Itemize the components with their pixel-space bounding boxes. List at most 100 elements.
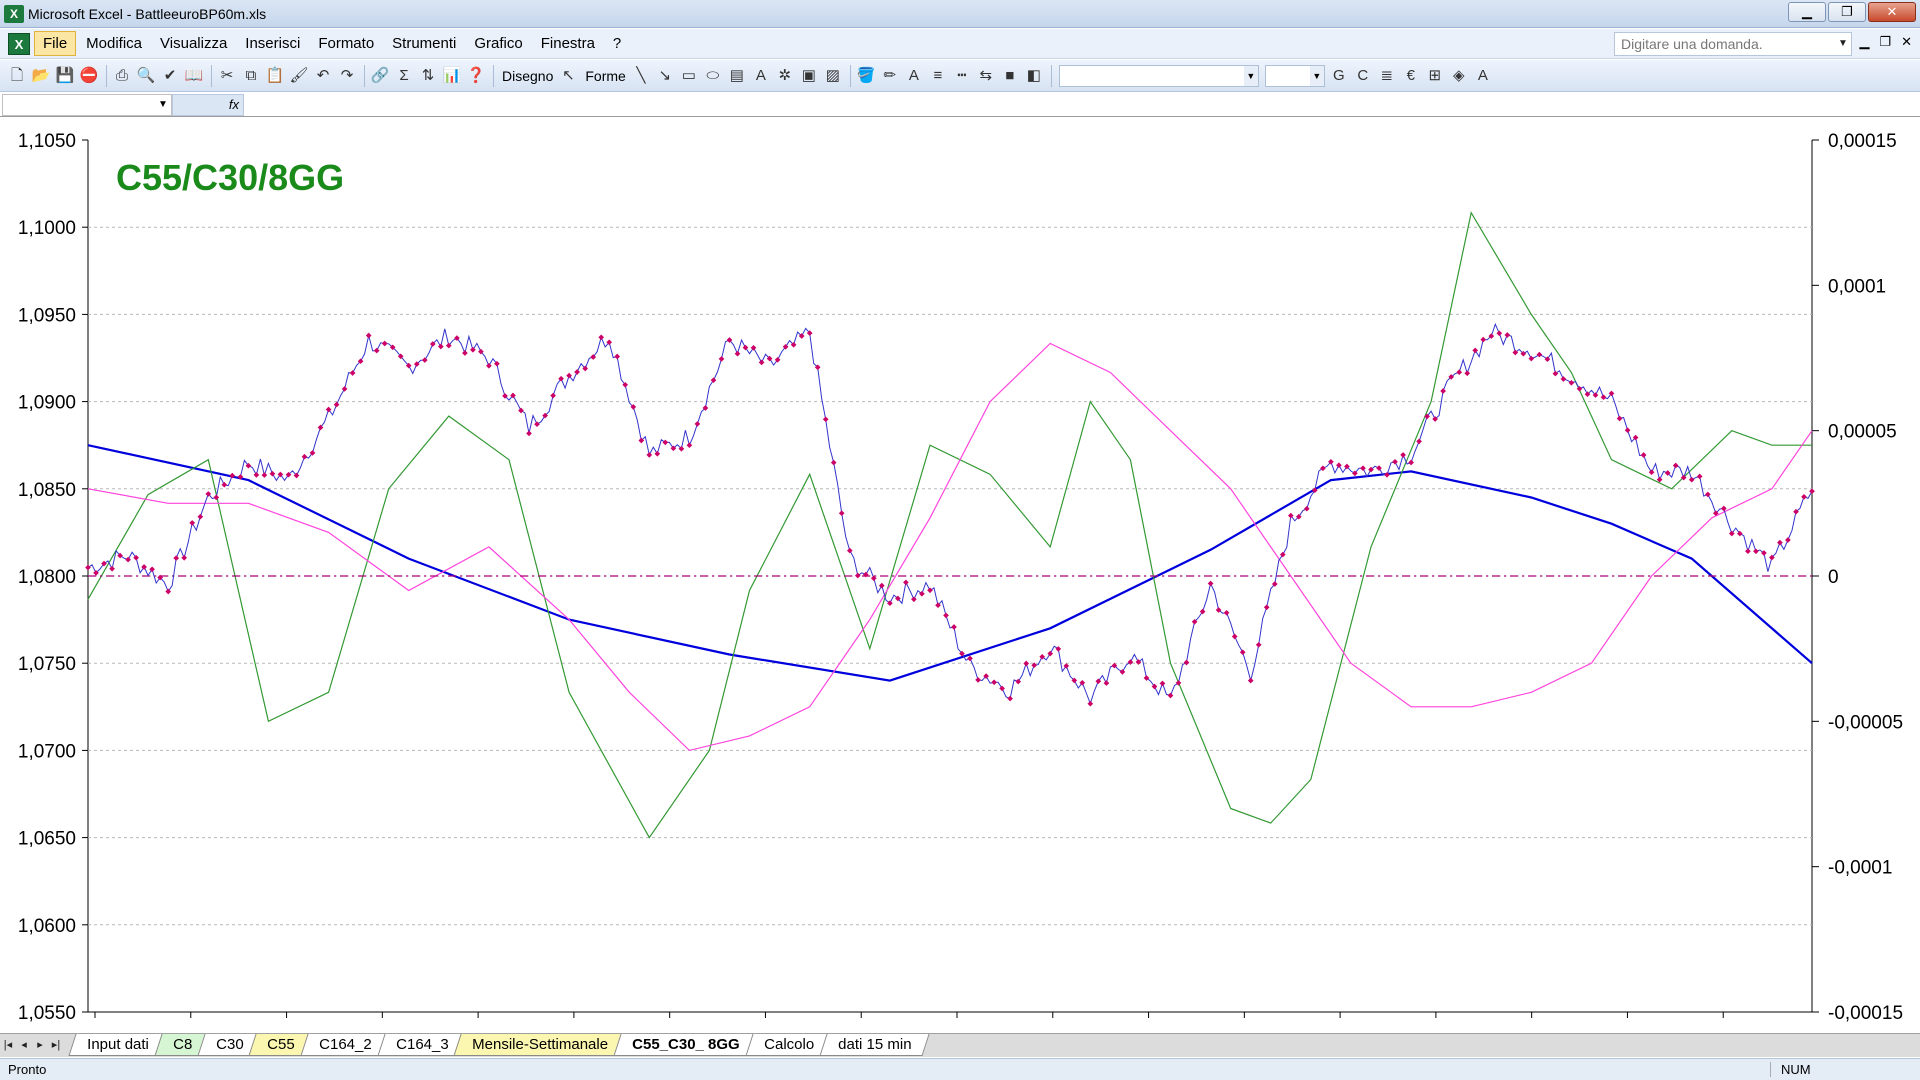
menu-strumenti[interactable]: Strumenti xyxy=(384,32,464,55)
menu-grafico[interactable]: Grafico xyxy=(466,32,530,55)
arrow-style-icon[interactable]: ⇆ xyxy=(975,65,997,87)
prev-sheet-icon[interactable]: ◂ xyxy=(16,1034,32,1056)
rectangle-icon[interactable]: ▭ xyxy=(678,65,700,87)
chevron-down-icon[interactable]: ▼ xyxy=(155,95,171,115)
tab-calcolo[interactable]: Calcolo xyxy=(744,1034,833,1056)
fill-color-icon[interactable]: 🪣 xyxy=(855,65,877,87)
dash-style-icon[interactable]: ┅ xyxy=(951,65,973,87)
permission-icon[interactable]: ⛔ xyxy=(78,65,100,87)
font-size-combo[interactable]: ▼ xyxy=(1264,64,1325,87)
price-point xyxy=(277,471,284,478)
price-point xyxy=(1159,680,1166,687)
price-point xyxy=(421,357,428,363)
italic-button[interactable]: C xyxy=(1352,65,1374,87)
copy-icon[interactable]: ⧉ xyxy=(240,65,262,87)
excel-app-icon: X xyxy=(4,4,24,23)
format-painter-icon[interactable]: 🖌 xyxy=(288,65,310,87)
first-sheet-icon[interactable]: |◂ xyxy=(0,1034,16,1056)
price-point xyxy=(1007,695,1013,702)
right-tick-label: 0,00005 xyxy=(1828,422,1897,443)
cut-icon[interactable]: ✂ xyxy=(216,65,238,87)
hyperlink-icon[interactable]: 🔗 xyxy=(369,65,391,87)
font-color-icon[interactable]: A xyxy=(903,65,925,87)
bold-button[interactable]: G xyxy=(1328,65,1350,87)
price-point xyxy=(1416,438,1422,445)
menu-inserisci[interactable]: Inserisci xyxy=(237,32,308,55)
menu-file[interactable]: File xyxy=(34,31,77,56)
doc-restore-button[interactable]: ❐ xyxy=(1879,34,1891,50)
shadow-icon[interactable]: ■ xyxy=(999,65,1021,87)
undo-icon[interactable]: ↶ xyxy=(312,65,334,87)
formula-input[interactable] xyxy=(244,93,1920,116)
chevron-down-icon[interactable]: ▼ xyxy=(1309,65,1324,86)
print-preview-icon[interactable]: 🔍 xyxy=(135,65,157,87)
line-style-icon[interactable]: ≡ xyxy=(927,65,949,87)
print-icon[interactable]: ⎙ xyxy=(111,65,133,87)
spelling-icon[interactable]: ✔ xyxy=(159,65,181,87)
oval-icon[interactable]: ⬭ xyxy=(702,65,724,87)
sort-icon[interactable]: ⇅ xyxy=(417,65,439,87)
new-icon[interactable]: 🗋 xyxy=(6,65,28,87)
doc-close-button[interactable]: ✕ xyxy=(1901,34,1912,50)
textbox-icon[interactable]: ▤ xyxy=(726,65,748,87)
redo-icon[interactable]: ↷ xyxy=(336,65,358,87)
left-tick-label: 1,0750 xyxy=(18,654,76,675)
minimize-button[interactable]: ▁ xyxy=(1788,2,1826,22)
borders-icon[interactable]: ⊞ xyxy=(1424,65,1446,87)
menu-modifica[interactable]: Modifica xyxy=(78,32,150,55)
menu-formato[interactable]: Formato xyxy=(310,32,382,55)
diagram-icon[interactable]: ✲ xyxy=(774,65,796,87)
clipart-icon[interactable]: ▣ xyxy=(798,65,820,87)
wordart-icon[interactable]: A xyxy=(750,65,772,87)
tab-label: C164_2 xyxy=(319,1036,372,1053)
euro-icon[interactable]: € xyxy=(1400,65,1422,87)
menu-visualizza[interactable]: Visualizza xyxy=(152,32,235,55)
3d-icon[interactable]: ◧ xyxy=(1023,65,1045,87)
tab-c164-3[interactable]: C164_3 xyxy=(376,1034,467,1056)
forme-menu[interactable]: Forme xyxy=(581,68,629,84)
menu-finestra[interactable]: Finestra xyxy=(533,32,603,55)
name-box[interactable]: ▼ xyxy=(2,93,172,116)
select-objects-icon[interactable]: ↖ xyxy=(557,65,579,87)
research-icon[interactable]: 📖 xyxy=(183,65,205,87)
help-search-input[interactable]: Digitare una domanda. ▼ xyxy=(1614,32,1852,56)
paste-icon[interactable]: 📋 xyxy=(264,65,286,87)
price-point xyxy=(911,596,917,603)
next-sheet-icon[interactable]: ▸ xyxy=(32,1034,48,1056)
price-point xyxy=(1408,459,1414,466)
tab-c164-2[interactable]: C164_2 xyxy=(300,1034,391,1056)
autosum-icon[interactable]: Σ xyxy=(393,65,415,87)
text-color-icon[interactable]: A xyxy=(1472,65,1494,87)
last-sheet-icon[interactable]: ▸| xyxy=(48,1034,64,1056)
tab-c55-c30-8gg[interactable]: C55_C30_ 8GG xyxy=(613,1034,759,1056)
font-name-combo[interactable]: ▼ xyxy=(1058,64,1259,87)
help-icon[interactable]: ❓ xyxy=(465,65,487,87)
save-icon[interactable]: 💾 xyxy=(54,65,76,87)
open-icon[interactable]: 📂 xyxy=(30,65,52,87)
line-icon[interactable]: ╲ xyxy=(630,65,652,87)
chevron-down-icon[interactable]: ▼ xyxy=(1243,65,1258,86)
maximize-button[interactable]: ❐ xyxy=(1828,2,1866,22)
align-icon[interactable]: ≣ xyxy=(1376,65,1398,87)
fx-icon[interactable]: fx xyxy=(172,93,244,116)
tab-mensile-settimanale[interactable]: Mensile-Settimanale xyxy=(453,1034,627,1056)
arrow-icon[interactable]: ↘ xyxy=(654,65,676,87)
price-point xyxy=(830,459,837,466)
excel-document-icon[interactable]: X xyxy=(8,32,30,55)
tab-dati-15-min[interactable]: dati 15 min xyxy=(819,1034,930,1056)
chart-svg[interactable]: 1,1050 1,1000 1,0950 1,0900 1,0850 1,0800 1,07… xyxy=(0,118,1920,1032)
fill-icon[interactable]: ◈ xyxy=(1448,65,1470,87)
disegno-menu[interactable]: Disegno xyxy=(498,68,557,84)
price-point xyxy=(526,430,532,437)
price-point xyxy=(967,655,973,662)
tab-input-dati[interactable]: Input dati xyxy=(68,1034,168,1056)
chart-wizard-icon[interactable]: 📊 xyxy=(441,65,463,87)
chart-area[interactable]: 1,1050 1,1000 1,0950 1,0900 1,0850 1,0800 1,07… xyxy=(0,118,1920,1032)
chevron-down-icon[interactable]: ▼ xyxy=(1835,33,1851,55)
picture-icon[interactable]: ▨ xyxy=(822,65,844,87)
close-button[interactable]: ✕ xyxy=(1868,2,1916,22)
price-point xyxy=(686,442,693,449)
menu-help[interactable]: ? xyxy=(605,32,629,55)
line-color-icon[interactable]: ✏ xyxy=(879,65,901,87)
doc-minimize-button[interactable]: ▁ xyxy=(1859,34,1869,50)
